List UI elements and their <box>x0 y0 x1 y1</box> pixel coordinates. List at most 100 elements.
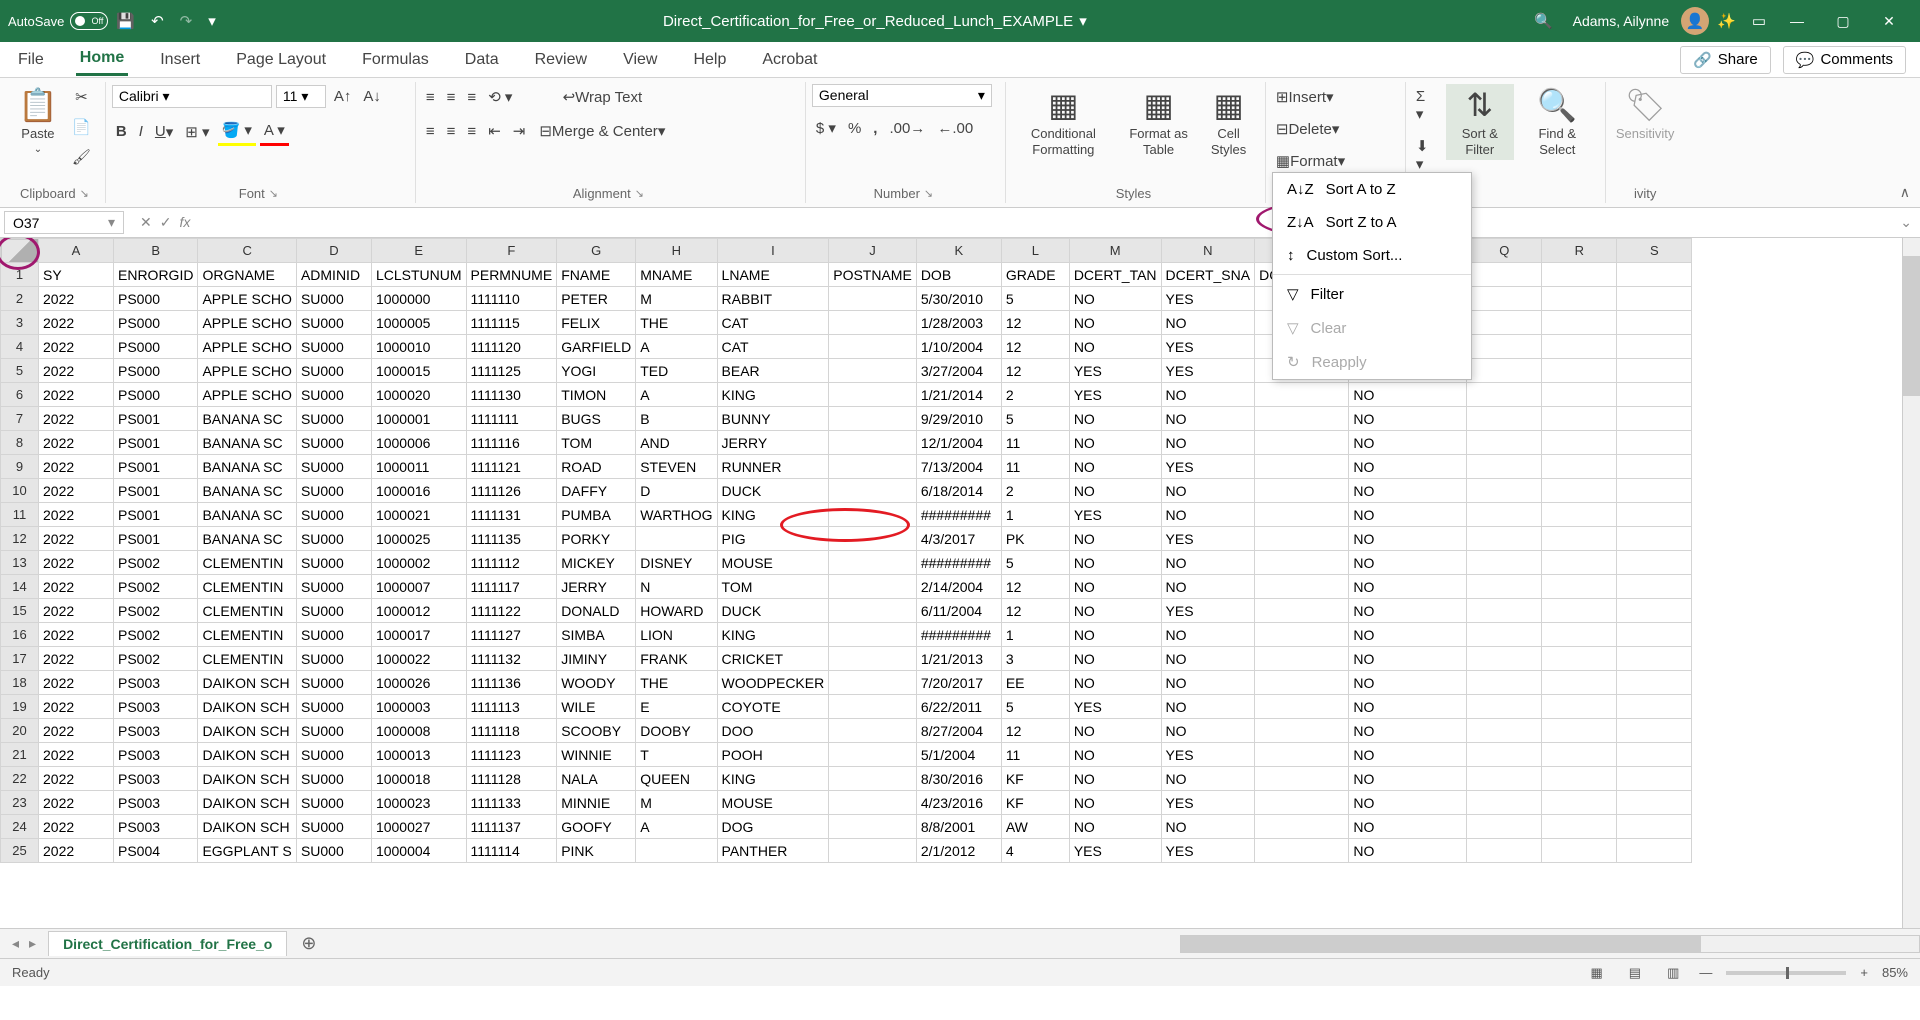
cell[interactable] <box>1255 623 1349 647</box>
cell[interactable]: TED <box>636 359 717 383</box>
cell[interactable]: PS000 <box>114 383 198 407</box>
cell[interactable] <box>636 527 717 551</box>
cell[interactable]: NO <box>1349 839 1467 863</box>
cell[interactable]: NO <box>1161 647 1255 671</box>
col-header-K[interactable]: K <box>916 239 1001 263</box>
cell[interactable]: 1111125 <box>466 359 557 383</box>
cell[interactable] <box>1617 623 1692 647</box>
cell[interactable]: 2022 <box>39 815 114 839</box>
cell[interactable]: 5 <box>1001 551 1069 575</box>
cell[interactable] <box>1542 695 1617 719</box>
cell[interactable]: DUCK <box>717 599 829 623</box>
cell[interactable] <box>829 671 917 695</box>
cell[interactable]: 1111111 <box>466 407 557 431</box>
cell[interactable]: SU000 <box>296 479 371 503</box>
cell[interactable] <box>1255 551 1349 575</box>
cell[interactable]: 8/27/2004 <box>916 719 1001 743</box>
cell[interactable]: KING <box>717 383 829 407</box>
cell[interactable]: M <box>636 791 717 815</box>
autosave-toggle[interactable]: AutoSave Off <box>8 12 108 30</box>
cell[interactable]: NO <box>1161 503 1255 527</box>
cell[interactable]: SU000 <box>296 383 371 407</box>
collapse-ribbon-button[interactable]: ∧ <box>1900 184 1910 201</box>
cell[interactable] <box>1467 671 1542 695</box>
cell[interactable]: 1111123 <box>466 743 557 767</box>
cell[interactable]: 2022 <box>39 407 114 431</box>
cell[interactable]: YOGI <box>557 359 636 383</box>
cell[interactable]: A <box>636 815 717 839</box>
cell[interactable] <box>1255 767 1349 791</box>
cell[interactable]: 2022 <box>39 743 114 767</box>
cell[interactable]: 1000010 <box>371 335 466 359</box>
cell[interactable] <box>1617 503 1692 527</box>
cell[interactable]: LION <box>636 623 717 647</box>
align-right-button[interactable]: ≡ <box>463 119 480 144</box>
header-cell[interactable]: POSTNAME <box>829 263 917 287</box>
cell[interactable]: PS004 <box>114 839 198 863</box>
cell[interactable] <box>1617 311 1692 335</box>
cell[interactable]: NO <box>1069 287 1161 311</box>
cell[interactable]: 3 <box>1001 647 1069 671</box>
decrease-decimal-button[interactable]: ←.00 <box>933 116 977 141</box>
cell[interactable]: 2022 <box>39 311 114 335</box>
cell[interactable]: YES <box>1161 839 1255 863</box>
italic-button[interactable]: I <box>135 119 147 144</box>
cell[interactable]: 2022 <box>39 359 114 383</box>
cell[interactable] <box>829 815 917 839</box>
cell[interactable] <box>1255 695 1349 719</box>
cell[interactable]: SU000 <box>296 551 371 575</box>
cell[interactable]: 12 <box>1001 599 1069 623</box>
sort-filter-button[interactable]: ⇅Sort & Filter <box>1446 84 1514 160</box>
cell[interactable]: SU000 <box>296 311 371 335</box>
zoom-in-button[interactable]: + <box>1860 965 1868 980</box>
cell[interactable]: 2 <box>1001 383 1069 407</box>
cell[interactable]: 1000003 <box>371 695 466 719</box>
cell[interactable]: KING <box>717 767 829 791</box>
cell[interactable] <box>1255 647 1349 671</box>
cell[interactable] <box>1617 767 1692 791</box>
col-header-G[interactable]: G <box>557 239 636 263</box>
cell[interactable]: SU000 <box>296 743 371 767</box>
qat-customize[interactable]: ▾ <box>200 8 224 34</box>
cell[interactable] <box>1542 311 1617 335</box>
cell[interactable]: 1111132 <box>466 647 557 671</box>
cell[interactable] <box>1542 287 1617 311</box>
cell[interactable]: APPLE SCHO <box>198 335 296 359</box>
col-header-C[interactable]: C <box>198 239 296 263</box>
maximize-button[interactable]: ▢ <box>1820 6 1866 36</box>
cell[interactable] <box>1467 623 1542 647</box>
cell[interactable]: T <box>636 743 717 767</box>
cell[interactable] <box>1617 815 1692 839</box>
row-header-24[interactable]: 24 <box>1 815 39 839</box>
row-header-8[interactable]: 8 <box>1 431 39 455</box>
cell[interactable] <box>829 623 917 647</box>
user-avatar[interactable]: 👤 <box>1681 7 1709 35</box>
cell[interactable]: PS001 <box>114 527 198 551</box>
cell[interactable]: NO <box>1161 815 1255 839</box>
cell[interactable]: NALA <box>557 767 636 791</box>
cell[interactable] <box>1617 551 1692 575</box>
cell[interactable] <box>1542 383 1617 407</box>
cell[interactable]: 1000027 <box>371 815 466 839</box>
cell[interactable]: 1000002 <box>371 551 466 575</box>
tab-help[interactable]: Help <box>689 45 730 75</box>
cell[interactable]: SU000 <box>296 671 371 695</box>
cell[interactable]: NO <box>1069 311 1161 335</box>
cell[interactable]: SU000 <box>296 647 371 671</box>
cell[interactable]: 12 <box>1001 359 1069 383</box>
cell[interactable]: WARTHOG <box>636 503 717 527</box>
cell[interactable]: DAIKON SCH <box>198 671 296 695</box>
cell[interactable]: 6/18/2014 <box>916 479 1001 503</box>
col-header-B[interactable]: B <box>114 239 198 263</box>
cell[interactable]: NO <box>1349 791 1467 815</box>
cell[interactable]: SU000 <box>296 599 371 623</box>
row-header-20[interactable]: 20 <box>1 719 39 743</box>
cell[interactable]: 1111126 <box>466 479 557 503</box>
cell[interactable]: PS002 <box>114 575 198 599</box>
cell[interactable]: YES <box>1161 527 1255 551</box>
border-button[interactable]: ⊞ ▾ <box>181 119 213 145</box>
cell[interactable]: YES <box>1161 791 1255 815</box>
cell[interactable]: NO <box>1069 599 1161 623</box>
cell[interactable]: NO <box>1069 719 1161 743</box>
cell[interactable] <box>829 503 917 527</box>
